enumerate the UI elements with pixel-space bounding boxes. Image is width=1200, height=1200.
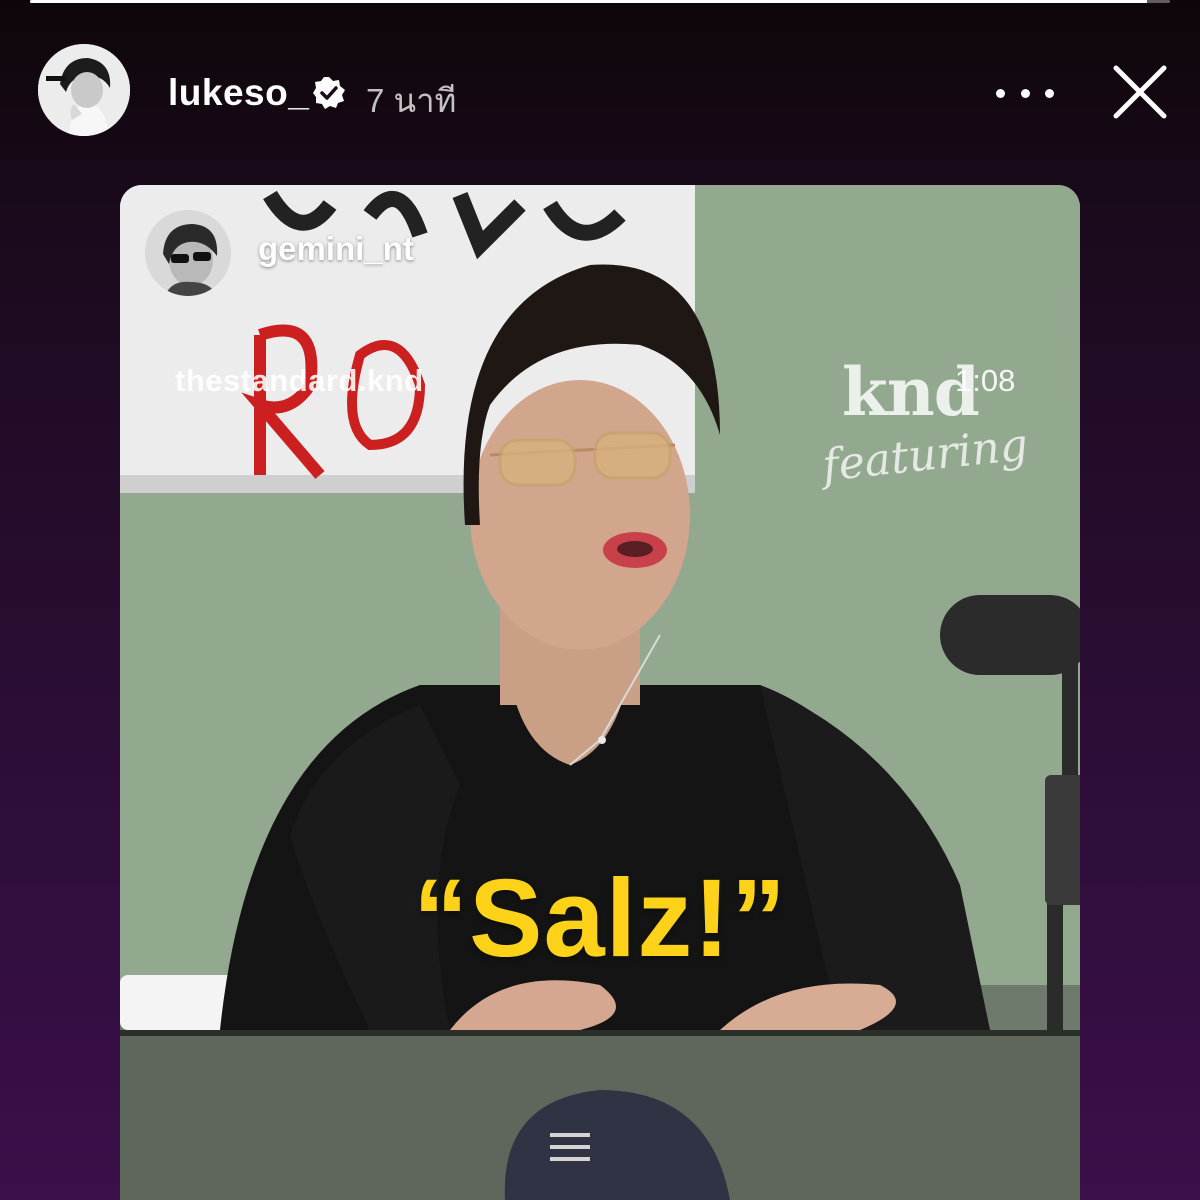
more-horizontal-icon bbox=[1020, 88, 1030, 98]
more-options-button[interactable] bbox=[996, 78, 1054, 108]
shared-username[interactable]: gemini_nt bbox=[258, 230, 414, 268]
verified-badge-icon bbox=[313, 77, 345, 109]
more-horizontal-icon bbox=[996, 88, 1005, 98]
story-progress-bar bbox=[30, 0, 1170, 3]
shared-user-avatar-photo bbox=[145, 210, 231, 296]
story-header: lukeso_ 7 นาที bbox=[0, 20, 1200, 136]
source-handle: thestandard.knd bbox=[175, 363, 424, 398]
more-horizontal-icon bbox=[1045, 88, 1054, 98]
user-avatar-photo bbox=[38, 44, 130, 136]
shared-user-avatar[interactable] bbox=[145, 210, 231, 296]
video-caption: “Salz!” bbox=[413, 857, 787, 980]
story-username[interactable]: lukeso_ bbox=[168, 72, 309, 114]
video-frame bbox=[120, 185, 1080, 1200]
story-progress-fill bbox=[30, 0, 1148, 3]
video-duration: 1:08 bbox=[955, 363, 1016, 398]
story-timestamp: 7 นาที bbox=[366, 82, 457, 119]
close-icon[interactable] bbox=[1110, 62, 1170, 122]
user-avatar[interactable] bbox=[38, 44, 130, 136]
shared-reel-card[interactable]: gemini_nt thestandard.knd knd featuring … bbox=[120, 185, 1080, 1200]
